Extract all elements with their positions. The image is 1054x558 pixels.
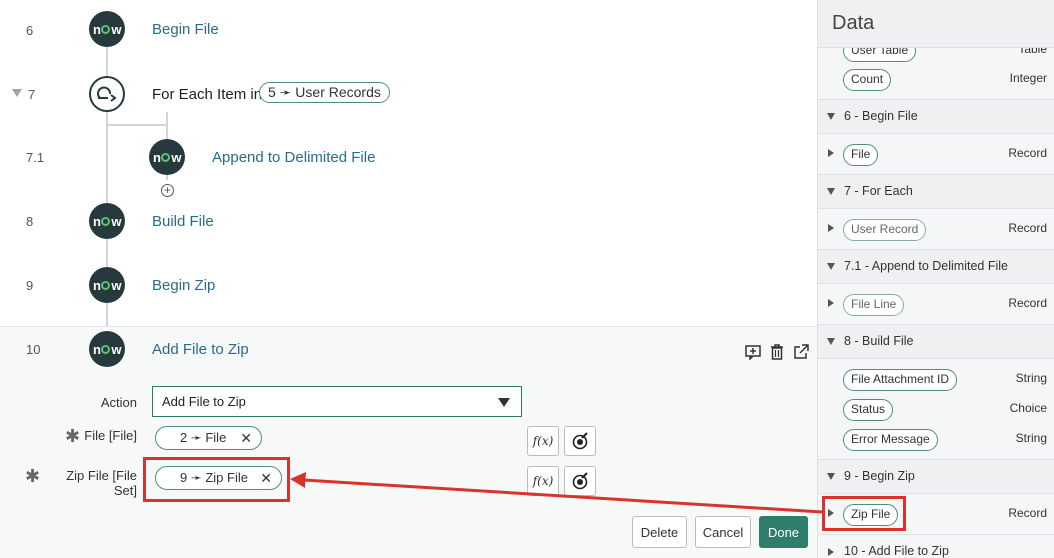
- dropdown-caret-icon: [498, 398, 510, 407]
- add-step-icon[interactable]: +: [161, 184, 174, 197]
- now-icon: nw: [149, 139, 185, 175]
- formula-button[interactable]: f(x): [527, 426, 559, 456]
- data-panel-header: Data: [818, 0, 1054, 48]
- data-row: Count Integer: [818, 67, 1054, 93]
- step-title-begin-zip[interactable]: Begin Zip: [152, 277, 215, 294]
- data-pill-file-attachment-id[interactable]: File Attachment ID: [843, 369, 958, 391]
- data-pill-file[interactable]: File: [843, 144, 879, 166]
- required-asterisk-icon: ✱: [25, 466, 41, 486]
- collapse-triangle-icon: [827, 188, 835, 195]
- step-number: 8: [26, 214, 34, 229]
- delete-button[interactable]: Delete: [632, 516, 687, 548]
- data-pill-picker-button[interactable]: [564, 426, 596, 456]
- data-pill-count[interactable]: Count: [843, 69, 892, 91]
- step-title-build-file[interactable]: Build File: [152, 213, 214, 230]
- action-label: Action: [100, 395, 137, 410]
- data-row: File Attachment ID String: [818, 367, 1054, 393]
- open-external-icon[interactable]: [792, 343, 810, 361]
- data-type: Record: [1008, 146, 1047, 160]
- annotation-highlight-box: [143, 457, 290, 502]
- collapse-triangle-icon: [827, 263, 835, 270]
- now-icon: nw: [89, 11, 125, 47]
- step-number: 7.1: [26, 150, 45, 165]
- input-pill-user-records[interactable]: 5 ➛ User Records: [259, 82, 390, 103]
- now-icon: nw: [89, 267, 125, 303]
- section-9-begin-zip[interactable]: 9 - Begin Zip: [818, 459, 1054, 494]
- trash-icon[interactable]: [768, 343, 786, 361]
- action-select[interactable]: Add File to Zip: [152, 386, 522, 417]
- remove-pill-icon[interactable]: ✕: [240, 430, 252, 447]
- data-type: Record: [1008, 506, 1047, 520]
- collapse-triangle-icon: [827, 338, 835, 345]
- loop-branch-connector: [108, 112, 168, 126]
- step-title-add-file-to-zip[interactable]: Add File to Zip: [152, 341, 249, 358]
- data-type: Record: [1008, 296, 1047, 310]
- flow-designer-canvas: 6 nw Begin File 7 For Each Item in 5 ➛ U…: [0, 0, 817, 558]
- section-7-for-each[interactable]: 7 - For Each: [818, 174, 1054, 209]
- add-comment-icon[interactable]: [744, 343, 762, 361]
- step-number: 7: [28, 87, 36, 102]
- data-panel: Data User Table Table Data Count Integer…: [817, 0, 1054, 558]
- section-6-begin-file[interactable]: 6 - Begin File: [818, 99, 1054, 134]
- step-number: 9: [26, 278, 34, 293]
- section-10-add-file-to-zip[interactable]: 10 - Add File to Zip: [818, 534, 1054, 558]
- file-data-pill[interactable]: 2 ➛ File ✕: [155, 426, 262, 450]
- now-icon: nw: [89, 203, 125, 239]
- loop-icon: [89, 76, 125, 112]
- expand-arrow-icon: [828, 548, 834, 556]
- cancel-button[interactable]: Cancel: [695, 516, 751, 548]
- data-row: User Record Record: [818, 217, 1054, 243]
- expand-arrow-icon[interactable]: [828, 149, 834, 157]
- done-button[interactable]: Done: [759, 516, 808, 548]
- file-pill-text: 2 ➛ File: [180, 430, 227, 445]
- data-type: Integer: [1009, 71, 1047, 85]
- data-pill-picker-icon: [572, 472, 588, 490]
- zip-file-field-label: Zip File [File Set]: [66, 468, 137, 498]
- data-type: String: [1015, 431, 1047, 445]
- action-select-value: Add File to Zip: [162, 394, 246, 409]
- data-pill-error-message[interactable]: Error Message: [843, 429, 938, 451]
- step-toolbar: [744, 343, 810, 361]
- data-row: Error Message String: [818, 427, 1054, 453]
- data-type: Record: [1008, 221, 1047, 235]
- data-row: File Record: [818, 142, 1054, 168]
- annotation-highlight-box: [822, 496, 906, 531]
- step-number: 6: [26, 23, 34, 38]
- section-8-build-file[interactable]: 8 - Build File: [818, 324, 1054, 359]
- data-pill-picker-button[interactable]: [564, 466, 596, 496]
- data-pill-file-line[interactable]: File Line: [843, 294, 905, 316]
- now-icon: nw: [89, 331, 125, 367]
- data-type: String: [1015, 371, 1047, 385]
- expand-arrow-icon[interactable]: [828, 224, 834, 232]
- step-number: 10: [26, 342, 41, 357]
- section-7-1-append[interactable]: 7.1 - Append to Delimited File: [818, 249, 1054, 284]
- collapse-toggle-icon[interactable]: [12, 89, 22, 97]
- data-pill-user-record[interactable]: User Record: [843, 219, 927, 241]
- step-title-for-each[interactable]: For Each Item in: [152, 86, 262, 103]
- expand-arrow-icon[interactable]: [828, 299, 834, 307]
- file-field-label: File [File]: [84, 428, 137, 443]
- formula-button[interactable]: f(x): [527, 466, 559, 496]
- collapse-triangle-icon: [827, 473, 835, 480]
- data-row: Status Choice: [818, 397, 1054, 423]
- step-title-begin-file[interactable]: Begin File: [152, 21, 219, 38]
- data-pill-picker-icon: [572, 432, 588, 450]
- step-title-append-to-delimited-file[interactable]: Append to Delimited File: [212, 149, 375, 166]
- data-row: File Line Record: [818, 292, 1054, 318]
- collapse-triangle-icon: [827, 113, 835, 120]
- data-type: Choice: [1009, 401, 1047, 415]
- data-pill-status[interactable]: Status: [843, 399, 894, 421]
